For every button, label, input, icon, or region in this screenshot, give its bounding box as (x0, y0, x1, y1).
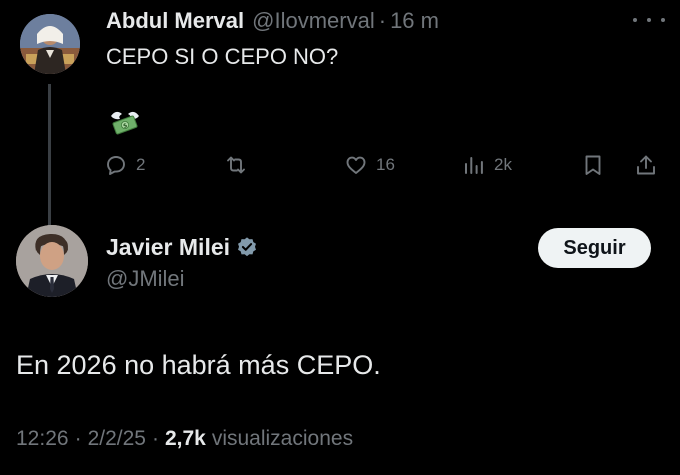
more-options-icon[interactable] (633, 12, 665, 28)
heart-icon (346, 156, 366, 174)
comment-icon (107, 156, 125, 175)
bookmark-button[interactable] (581, 150, 605, 180)
tweet-views-label[interactable]: visualizaciones (212, 427, 353, 451)
views-count: 2k (494, 155, 512, 174)
verified-badge-icon (238, 237, 257, 257)
tweet-date[interactable]: 2/2/25 (88, 427, 146, 451)
footer-separator-dot: · (151, 427, 159, 450)
bookmark-icon (585, 155, 601, 175)
tweet-meta-footer: 12:26 · 2/2/25 · 2,7k visualizaciones (16, 427, 353, 451)
tweet-author-name[interactable]: Javier Milei (106, 234, 230, 261)
analytics-icon (465, 157, 483, 174)
reply-author-handle[interactable]: @Ilovmerval (252, 8, 375, 34)
reply-text: CEPO SI O CEPO NO? (106, 44, 339, 69)
reply-action-bar: 2 16 2k (104, 150, 664, 180)
reply-timestamp[interactable]: 16 m (390, 8, 439, 34)
share-button[interactable] (634, 150, 658, 180)
tweet-author-avatar[interactable] (16, 225, 88, 297)
money-with-wings-icon: $ (108, 106, 142, 140)
reply-author-line: Abdul Merval @Ilovmerval · 16 m (106, 6, 439, 36)
share-icon (637, 155, 655, 175)
tweet-author-handle[interactable]: @JMilei (106, 266, 185, 292)
footer-separator-dot: · (74, 427, 82, 450)
reply-author-avatar[interactable] (20, 14, 80, 74)
follow-button[interactable]: Seguir (538, 228, 651, 268)
thread-connector-line (48, 84, 51, 226)
reply-button[interactable]: 2 (104, 150, 145, 180)
tweet-views-count[interactable]: 2,7k (165, 427, 206, 451)
tweet-text: En 2026 no habrá más CEPO. (16, 350, 381, 380)
like-button[interactable]: 16 (344, 150, 395, 180)
reply-author-name[interactable]: Abdul Merval (106, 8, 244, 34)
repost-button[interactable] (224, 150, 256, 180)
reply-separator-dot: · (378, 8, 387, 33)
tweet-time[interactable]: 12:26 (16, 427, 69, 451)
tweet-author-line: Javier Milei (106, 231, 258, 263)
repost-icon (227, 156, 245, 174)
views-button[interactable]: 2k (462, 150, 512, 180)
reply-count: 2 (136, 155, 146, 174)
like-count: 16 (376, 155, 395, 174)
